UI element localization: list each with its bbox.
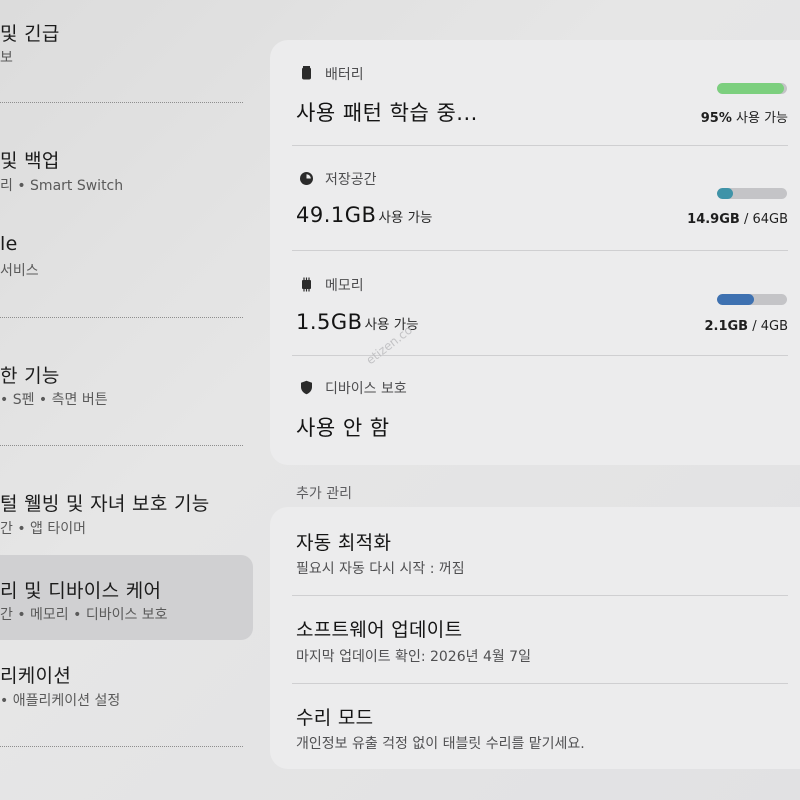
repair-mode-item[interactable]: 수리 모드 개인정보 유출 걱정 없이 태블릿 수리를 맡기세요. (270, 683, 800, 769)
device-care-card: 배터리 사용 패턴 학습 중... 95% 사용 가능 저장공간 49.1GB 사… (270, 40, 800, 465)
storage-label: 저장공간 (325, 172, 377, 188)
battery-level-bar (717, 83, 787, 94)
menu-item-subtitle: 리 • Smart Switch (0, 178, 124, 194)
storage-usage-fill (717, 188, 734, 199)
item-title: 수리 모드 (296, 707, 374, 729)
settings-menu: 및 긴급 보 및 백업 리 • Smart Switch le 서비스 한 기능… (0, 0, 262, 800)
battery-status-value: 사용 패턴 학습 중... (296, 101, 478, 125)
storage-row[interactable]: 저장공간 49.1GB 사용 가능 14.9GB / 64GB (270, 145, 800, 250)
menu-item-subtitle: 간 • 앱 타이머 (0, 521, 87, 537)
battery-icon (299, 65, 314, 80)
memory-usage-text: 2.1GB / 4GB (704, 319, 788, 334)
menu-divider (0, 746, 243, 747)
menu-item-title: 및 긴급 (0, 23, 60, 45)
battery-level-fill (717, 83, 784, 94)
item-title: 소프트웨어 업데이트 (296, 619, 463, 641)
menu-item-title: 한 기능 (0, 365, 60, 387)
storage-usage-bar (717, 188, 787, 199)
device-protection-row[interactable]: 디바이스 보호 사용 안 함 (270, 355, 800, 465)
item-subtitle: 마지막 업데이트 확인: 2026년 4월 7일 (296, 649, 531, 665)
menu-divider (0, 445, 243, 446)
item-title: 자동 최적화 (296, 532, 392, 554)
battery-label: 배터리 (325, 67, 364, 83)
menu-item-subtitle: 간 • 메모리 • 디바이스 보호 (0, 607, 168, 623)
menu-item-title: 및 백업 (0, 150, 60, 172)
menu-item-title: 리 및 디바이스 케어 (0, 580, 162, 602)
menu-divider (0, 317, 243, 318)
item-subtitle: 개인정보 유출 걱정 없이 태블릿 수리를 맡기세요. (296, 736, 585, 752)
additional-management-header: 추가 관리 (296, 486, 352, 502)
memory-label: 메모리 (325, 278, 364, 294)
menu-item-subtitle: • 애플리케이션 설정 (0, 693, 121, 709)
menu-item-subtitle: • S펜 • 측면 버튼 (0, 392, 108, 408)
shield-icon (299, 380, 314, 395)
menu-item-subtitle: 보 (0, 50, 13, 66)
memory-usage-bar (717, 294, 787, 305)
battery-percent: 95% 사용 가능 (700, 111, 788, 126)
additional-management-card: 자동 최적화 필요시 자동 다시 시작 : 꺼짐 소프트웨어 업데이트 마지막 … (270, 507, 800, 769)
menu-item-title: le (0, 233, 18, 255)
item-subtitle: 필요시 자동 다시 시작 : 꺼짐 (296, 561, 465, 577)
auto-optimization-item[interactable]: 자동 최적화 필요시 자동 다시 시작 : 꺼짐 (270, 507, 800, 595)
storage-usage-text: 14.9GB / 64GB (687, 212, 788, 227)
menu-item-subtitle: 서비스 (0, 263, 39, 279)
pie-chart-icon (299, 171, 314, 186)
memory-row[interactable]: 메모리 1.5GB 사용 가능 2.1GB / 4GB (270, 250, 800, 355)
menu-divider (0, 102, 243, 103)
menu-item-title: 리케이션 (0, 665, 72, 687)
storage-available: 49.1GB 사용 가능 (296, 203, 433, 227)
memory-chip-icon (299, 277, 314, 292)
device-protection-status: 사용 안 함 (296, 416, 390, 440)
menu-item-title: 털 웰빙 및 자녀 보호 기능 (0, 493, 210, 515)
battery-row[interactable]: 배터리 사용 패턴 학습 중... 95% 사용 가능 (270, 40, 800, 145)
device-protection-label: 디바이스 보호 (325, 381, 407, 397)
software-update-item[interactable]: 소프트웨어 업데이트 마지막 업데이트 확인: 2026년 4월 7일 (270, 595, 800, 683)
memory-usage-fill (717, 294, 754, 305)
